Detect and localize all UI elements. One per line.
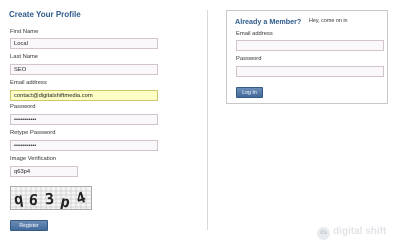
login-subtitle: Hey, come on in <box>309 18 348 24</box>
svg-text:6: 6 <box>28 191 39 209</box>
first-name-field[interactable]: Local <box>10 38 158 49</box>
password-field[interactable]: ••••••••••• <box>10 114 158 125</box>
captcha-image: q 6 3 p 4 <box>10 186 92 212</box>
last-name-label: Last Name <box>10 54 39 60</box>
svg-text:q: q <box>13 190 24 209</box>
brand-mark-icon: ds <box>317 227 330 240</box>
login-password-field[interactable] <box>236 66 384 77</box>
first-name-label: First Name <box>10 29 39 35</box>
login-password-label: Password <box>236 56 262 62</box>
login-email-field[interactable] <box>236 40 384 51</box>
verification-field[interactable]: q63p4 <box>10 166 78 177</box>
email-field[interactable]: contact@digitalshiftmedia.com <box>10 90 158 101</box>
login-button[interactable]: Log In <box>236 87 263 98</box>
password-label: Password <box>10 104 36 110</box>
login-email-label: Email address <box>236 31 273 37</box>
last-name-field[interactable]: SEO <box>10 64 158 75</box>
login-box: Already a Member? Hey, come on in Email … <box>226 10 388 104</box>
login-title: Already a Member? <box>235 17 302 26</box>
brand-logo: ds digital shift <box>317 226 397 242</box>
email-label: Email address <box>10 80 47 86</box>
svg-text:3: 3 <box>44 190 55 209</box>
retype-password-field[interactable]: ••••••••••• <box>10 140 158 151</box>
page-title: Create Your Profile <box>9 10 81 19</box>
register-button[interactable]: Register <box>10 220 48 231</box>
register-panel: Create Your Profile First Name Local Las… <box>8 6 193 242</box>
image-verification-label: Image Verification <box>10 156 57 162</box>
retype-password-label: Retype Password <box>10 130 56 136</box>
column-divider <box>207 10 208 230</box>
captcha-graphic: q 6 3 p 4 <box>11 187 91 212</box>
brand-name: digital shift <box>333 226 387 237</box>
